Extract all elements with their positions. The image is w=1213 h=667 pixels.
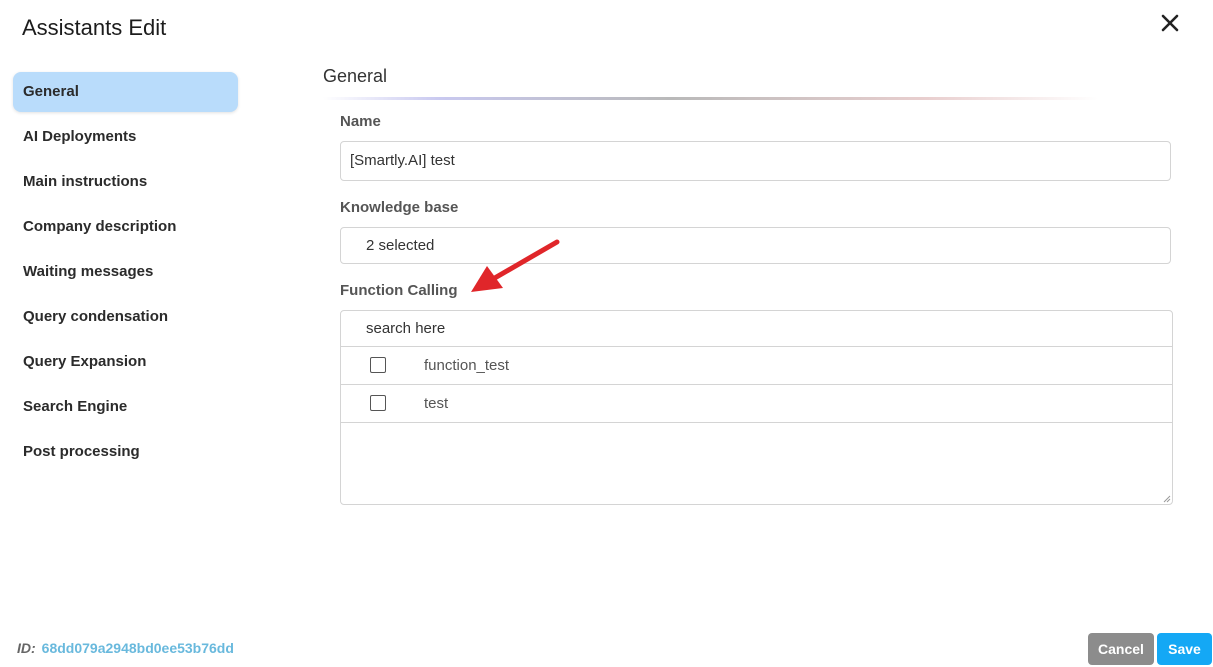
function-list-item[interactable]: test — [341, 385, 1172, 423]
function-label: test — [424, 395, 449, 412]
function-calling-list: search here function_test test — [340, 310, 1173, 505]
sidebar-item-query-expansion[interactable]: Query Expansion — [13, 342, 238, 382]
id-value: 68dd079a2948bd0ee53b76dd — [41, 640, 234, 656]
sidebar-item-query-condensation[interactable]: Query condensation — [13, 297, 238, 337]
function-search-input[interactable]: search here — [341, 311, 1172, 347]
function-list-item[interactable]: function_test — [341, 347, 1172, 385]
function-label: function_test — [424, 357, 510, 374]
red-arrow-annotation — [471, 239, 560, 292]
name-input[interactable]: [Smartly.AI] test — [340, 141, 1171, 181]
sidebar-item-search-engine[interactable]: Search Engine — [13, 387, 238, 427]
name-label: Name — [340, 113, 381, 130]
assistant-id: ID: 68dd079a2948bd0ee53b76dd — [17, 640, 234, 656]
sidebar-item-waiting-messages[interactable]: Waiting messages — [13, 252, 238, 292]
function-calling-label: Function Calling — [340, 282, 458, 299]
knowledge-base-label: Knowledge base — [340, 199, 459, 216]
sidebar-nav: General AI Deployments Main instructions… — [13, 72, 238, 477]
sidebar-item-company-description[interactable]: Company description — [13, 207, 238, 247]
sidebar-item-ai-deployments[interactable]: AI Deployments — [13, 117, 238, 157]
section-divider — [323, 97, 1098, 100]
dialog-title: Assistants Edit — [22, 15, 167, 40]
close-button[interactable] — [1156, 9, 1184, 37]
function-checkbox[interactable] — [370, 395, 386, 411]
id-label: ID: — [17, 640, 36, 656]
close-icon — [1161, 14, 1179, 32]
sidebar-item-general[interactable]: General — [13, 72, 238, 112]
sidebar-item-main-instructions[interactable]: Main instructions — [13, 162, 238, 202]
sidebar-item-post-processing[interactable]: Post processing — [13, 432, 238, 472]
cancel-button[interactable]: Cancel — [1088, 633, 1154, 665]
resize-grip-icon[interactable] — [1163, 495, 1171, 503]
save-button[interactable]: Save — [1157, 633, 1212, 665]
section-title: General — [323, 66, 388, 86]
function-checkbox[interactable] — [370, 357, 386, 373]
